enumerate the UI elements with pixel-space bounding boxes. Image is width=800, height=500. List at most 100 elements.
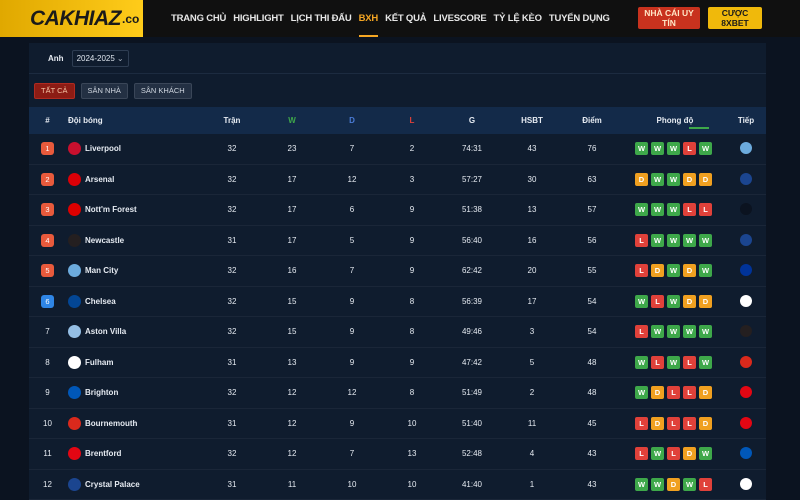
cell-played: 31 (227, 235, 237, 245)
form-result: D (651, 264, 664, 277)
form-result: L (667, 386, 680, 399)
cell-gd: 2 (529, 388, 535, 397)
team-name[interactable]: Brighton (85, 378, 118, 408)
form-result: D (683, 172, 696, 186)
site-logo[interactable]: CAKHIAZ .co (0, 0, 143, 37)
form-result: D (683, 294, 696, 308)
table-row[interactable]: 9 Brighton 32 12 12 8 51:49 2 48 W D L L D (29, 378, 766, 409)
cell-w: 17 (287, 205, 297, 214)
nav-item-2[interactable]: LỊCH THI ĐẤU (291, 0, 352, 37)
table-row[interactable]: 2 Arsenal 32 17 12 3 57:27 30 63 D W W D D (29, 165, 766, 195)
table-row[interactable]: 6 Chelsea 32 15 9 8 56:39 17 54 W L W D D (29, 287, 766, 317)
table-row[interactable]: 12 Crystal Palace 31 11 10 10 41:40 1 43 W W D W L (29, 470, 766, 500)
form-result: D (699, 294, 712, 308)
cell-played: 32 (227, 388, 237, 397)
next-opponent-crest-icon[interactable] (740, 264, 752, 276)
nav-item-6[interactable]: TỶ LỆ KÈO (494, 0, 543, 37)
team-name[interactable]: Newcastle (85, 226, 124, 256)
next-opponent-crest-icon[interactable] (740, 386, 752, 398)
next-opponent-crest-icon[interactable] (740, 416, 752, 429)
cell-d: 9 (349, 296, 355, 306)
cell-played: 32 (227, 144, 237, 153)
cell-goals: 56:40 (461, 235, 483, 245)
cell-pts: 57 (587, 205, 597, 214)
cell-w: 12 (287, 418, 297, 428)
next-opponent-crest-icon[interactable] (740, 233, 752, 246)
filter-bar: Anh 2024-2025 ⌄ (29, 43, 766, 74)
bet-8xbet-button[interactable]: CƯỢC 8XBET (708, 7, 762, 29)
form-result: L (635, 233, 648, 247)
nav-item-5[interactable]: LIVESCORE (433, 0, 486, 37)
team-name[interactable]: Liverpool (85, 134, 121, 164)
team-name[interactable]: Bournemouth (85, 409, 137, 439)
form-result: W (651, 447, 664, 460)
nav-item-4[interactable]: KẾT QUẢ (385, 0, 427, 37)
form-result: W (635, 386, 648, 399)
next-opponent-crest-icon[interactable] (740, 477, 752, 490)
form-result: L (667, 447, 680, 460)
table-row[interactable]: 1 Liverpool 32 23 7 2 74:31 43 76 W W W L W (29, 134, 766, 165)
team-name[interactable]: Nott'm Forest (85, 195, 137, 225)
nav-item-7[interactable]: TUYỂN DỤNG (549, 0, 610, 37)
tab-away[interactable]: SÂN KHÁCH (133, 82, 192, 99)
form-result: W (699, 355, 712, 369)
table-row[interactable]: 8 Fulham 31 13 9 9 47:42 5 48 W L W L W (29, 348, 766, 378)
nav-item-3[interactable]: BXH (358, 0, 378, 37)
form-result: L (635, 325, 648, 338)
cell-l: 2 (409, 144, 415, 153)
team-name[interactable]: Arsenal (85, 165, 114, 195)
form-result: D (699, 172, 712, 186)
form-result: W (651, 172, 664, 186)
table-row[interactable]: 7 Aston Villa 32 15 9 8 49:46 3 54 L W W W W (29, 317, 766, 348)
next-opponent-crest-icon[interactable] (740, 325, 752, 337)
team-crest-icon (68, 325, 81, 338)
form-result: D (635, 172, 648, 186)
form-strip: WWWLW (635, 142, 712, 155)
table-row[interactable]: 11 Brentford 32 12 7 13 52:48 4 43 L W L D W (29, 439, 766, 470)
cell-goals: 57:27 (461, 174, 483, 184)
next-opponent-crest-icon[interactable] (740, 172, 752, 185)
form-result: L (635, 416, 648, 430)
next-opponent-crest-icon[interactable] (740, 142, 752, 154)
table-row[interactable]: 10 Bournemouth 31 12 9 10 51:40 11 45 L D L L D (29, 409, 766, 439)
nav-item-1[interactable]: HIGHLIGHT (233, 0, 284, 37)
cell-played: 32 (227, 449, 237, 458)
form-result: W (683, 233, 696, 247)
form-strip: WWDWL (635, 477, 712, 491)
table-row[interactable]: 3 Nott'm Forest 32 17 6 9 51:38 13 57 W W W L L (29, 195, 766, 226)
nav-item-0[interactable]: TRANG CHỦ (171, 0, 226, 37)
cell-w: 15 (287, 296, 297, 306)
form-result: L (683, 386, 696, 399)
cell-l: 9 (409, 266, 415, 275)
next-opponent-crest-icon[interactable] (740, 447, 752, 459)
team-name[interactable]: Aston Villa (85, 317, 126, 347)
team-name[interactable]: Man City (85, 256, 118, 286)
next-opponent-crest-icon[interactable] (740, 203, 752, 215)
cell-l: 13 (407, 449, 417, 458)
next-opponent-crest-icon[interactable] (740, 294, 752, 307)
form-strip: LWWWW (635, 325, 712, 338)
form-strip: LWWWW (635, 233, 712, 247)
logo-text: CAKHIAZ (30, 6, 122, 30)
cell-pts: 56 (587, 235, 597, 245)
tab-all[interactable]: TẤT CẢ (34, 82, 75, 99)
team-name[interactable]: Crystal Palace (85, 470, 140, 500)
cell-d: 7 (349, 266, 355, 275)
form-result: W (651, 142, 664, 155)
form-result: L (635, 264, 648, 277)
next-opponent-crest-icon[interactable] (740, 355, 752, 368)
team-name[interactable]: Brentford (85, 439, 121, 469)
cell-d: 7 (349, 144, 355, 153)
table-row[interactable]: 5 Man City 32 16 7 9 62:42 20 55 L D W D W (29, 256, 766, 287)
team-name[interactable]: Chelsea (85, 287, 116, 317)
table-row[interactable]: 4 Newcastle 31 17 5 9 56:40 16 56 L W W W W (29, 226, 766, 256)
col-goals: G (468, 116, 476, 125)
form-result: W (667, 264, 680, 277)
team-name[interactable]: Fulham (85, 348, 113, 378)
col-team: Đội bóng (68, 116, 103, 125)
season-select[interactable]: 2024-2025 ⌄ (71, 49, 129, 67)
trusted-bookmaker-button[interactable]: NHÀ CÁI UY TÍN (638, 7, 700, 29)
cell-goals: 49:46 (461, 327, 483, 336)
tab-home[interactable]: SÂN NHÀ (80, 82, 128, 99)
cell-d: 9 (349, 327, 355, 336)
